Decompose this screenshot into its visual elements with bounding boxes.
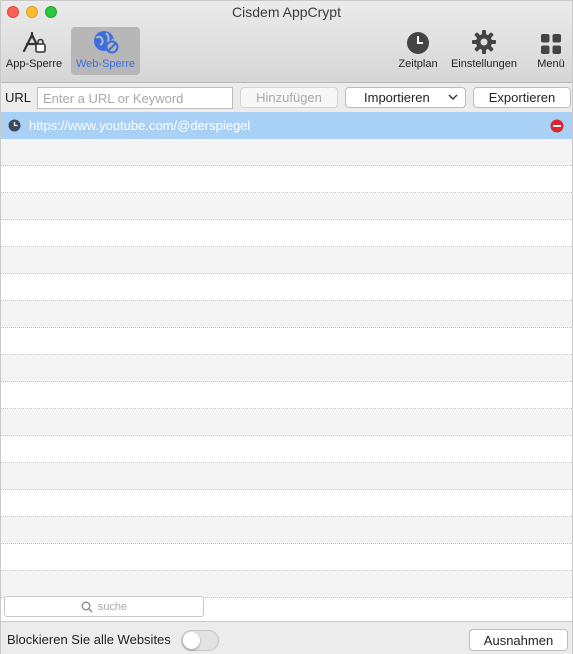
- toolbar-settings-label: Einstellungen: [450, 58, 518, 70]
- url-label: URL: [5, 90, 32, 105]
- table-row: [1, 490, 572, 517]
- table-row: [1, 544, 572, 571]
- table-row: [1, 355, 572, 382]
- table-row: [1, 220, 572, 247]
- url-input[interactable]: [37, 87, 233, 109]
- remove-icon[interactable]: [550, 119, 564, 133]
- exceptions-button[interactable]: Ausnahmen: [469, 629, 568, 651]
- globe-block-icon: [93, 31, 118, 54]
- table-row: [1, 517, 572, 544]
- title-toolbar: Cisdem AppCrypt App-Sperre Web-Sperre Ze…: [1, 1, 572, 83]
- table-row: [1, 139, 572, 166]
- table-row: [1, 301, 572, 328]
- search-placeholder: suche: [97, 600, 128, 613]
- import-button-label: Importieren: [364, 90, 430, 105]
- export-button[interactable]: Exportieren: [473, 87, 571, 108]
- gear-icon: [472, 30, 496, 54]
- toolbar-web-lock-label: Web-Sperre: [75, 58, 136, 70]
- toolbar-schedule[interactable]: Zeitplan: [394, 27, 442, 75]
- search-field[interactable]: suche: [4, 596, 204, 617]
- block-all-label: Blockieren Sie alle Websites: [7, 632, 171, 647]
- app-window: Cisdem AppCrypt App-Sperre Web-Sperre Ze…: [0, 0, 573, 654]
- toolbar-settings[interactable]: Einstellungen: [449, 27, 519, 75]
- clock-icon: [8, 119, 21, 132]
- app-lock-icon: [22, 31, 46, 53]
- block-all-toggle[interactable]: [181, 630, 219, 651]
- toolbar-schedule-label: Zeitplan: [398, 58, 438, 70]
- clock-icon: [407, 32, 429, 54]
- table-row: [1, 571, 572, 598]
- list-item-url: https://www.youtube.com/@derspiegel: [29, 118, 251, 133]
- import-button[interactable]: Importieren: [345, 87, 466, 108]
- list-item[interactable]: https://www.youtube.com/@derspiegel: [1, 112, 572, 139]
- blocked-url-list: https://www.youtube.com/@derspiegel: [1, 112, 572, 621]
- toggle-knob: [183, 632, 200, 649]
- window-title: Cisdem AppCrypt: [232, 4, 341, 20]
- table-row: [1, 193, 572, 220]
- table-row: [1, 463, 572, 490]
- chevron-down-icon: [448, 94, 458, 100]
- table-row: [1, 166, 572, 193]
- toolbar-app-lock[interactable]: App-Sperre: [3, 27, 65, 75]
- grid-icon: [541, 34, 561, 54]
- toolbar-menu[interactable]: Menü: [531, 27, 571, 75]
- add-button[interactable]: Hinzufügen: [240, 87, 338, 108]
- table-row: [1, 436, 572, 463]
- table-row: [1, 328, 572, 355]
- table-row: [1, 247, 572, 274]
- table-row: [1, 409, 572, 436]
- table-row: [1, 382, 572, 409]
- toolbar-app-lock-label: App-Sperre: [5, 58, 63, 70]
- search-icon: [81, 601, 93, 612]
- url-bar: URL Hinzufügen Importieren Exportieren: [1, 84, 572, 111]
- toolbar-web-lock[interactable]: Web-Sperre: [71, 27, 140, 75]
- toolbar-menu-label: Menü: [537, 58, 565, 70]
- bottom-bar: Blockieren Sie alle Websites Ausnahmen: [1, 621, 572, 654]
- table-row: [1, 274, 572, 301]
